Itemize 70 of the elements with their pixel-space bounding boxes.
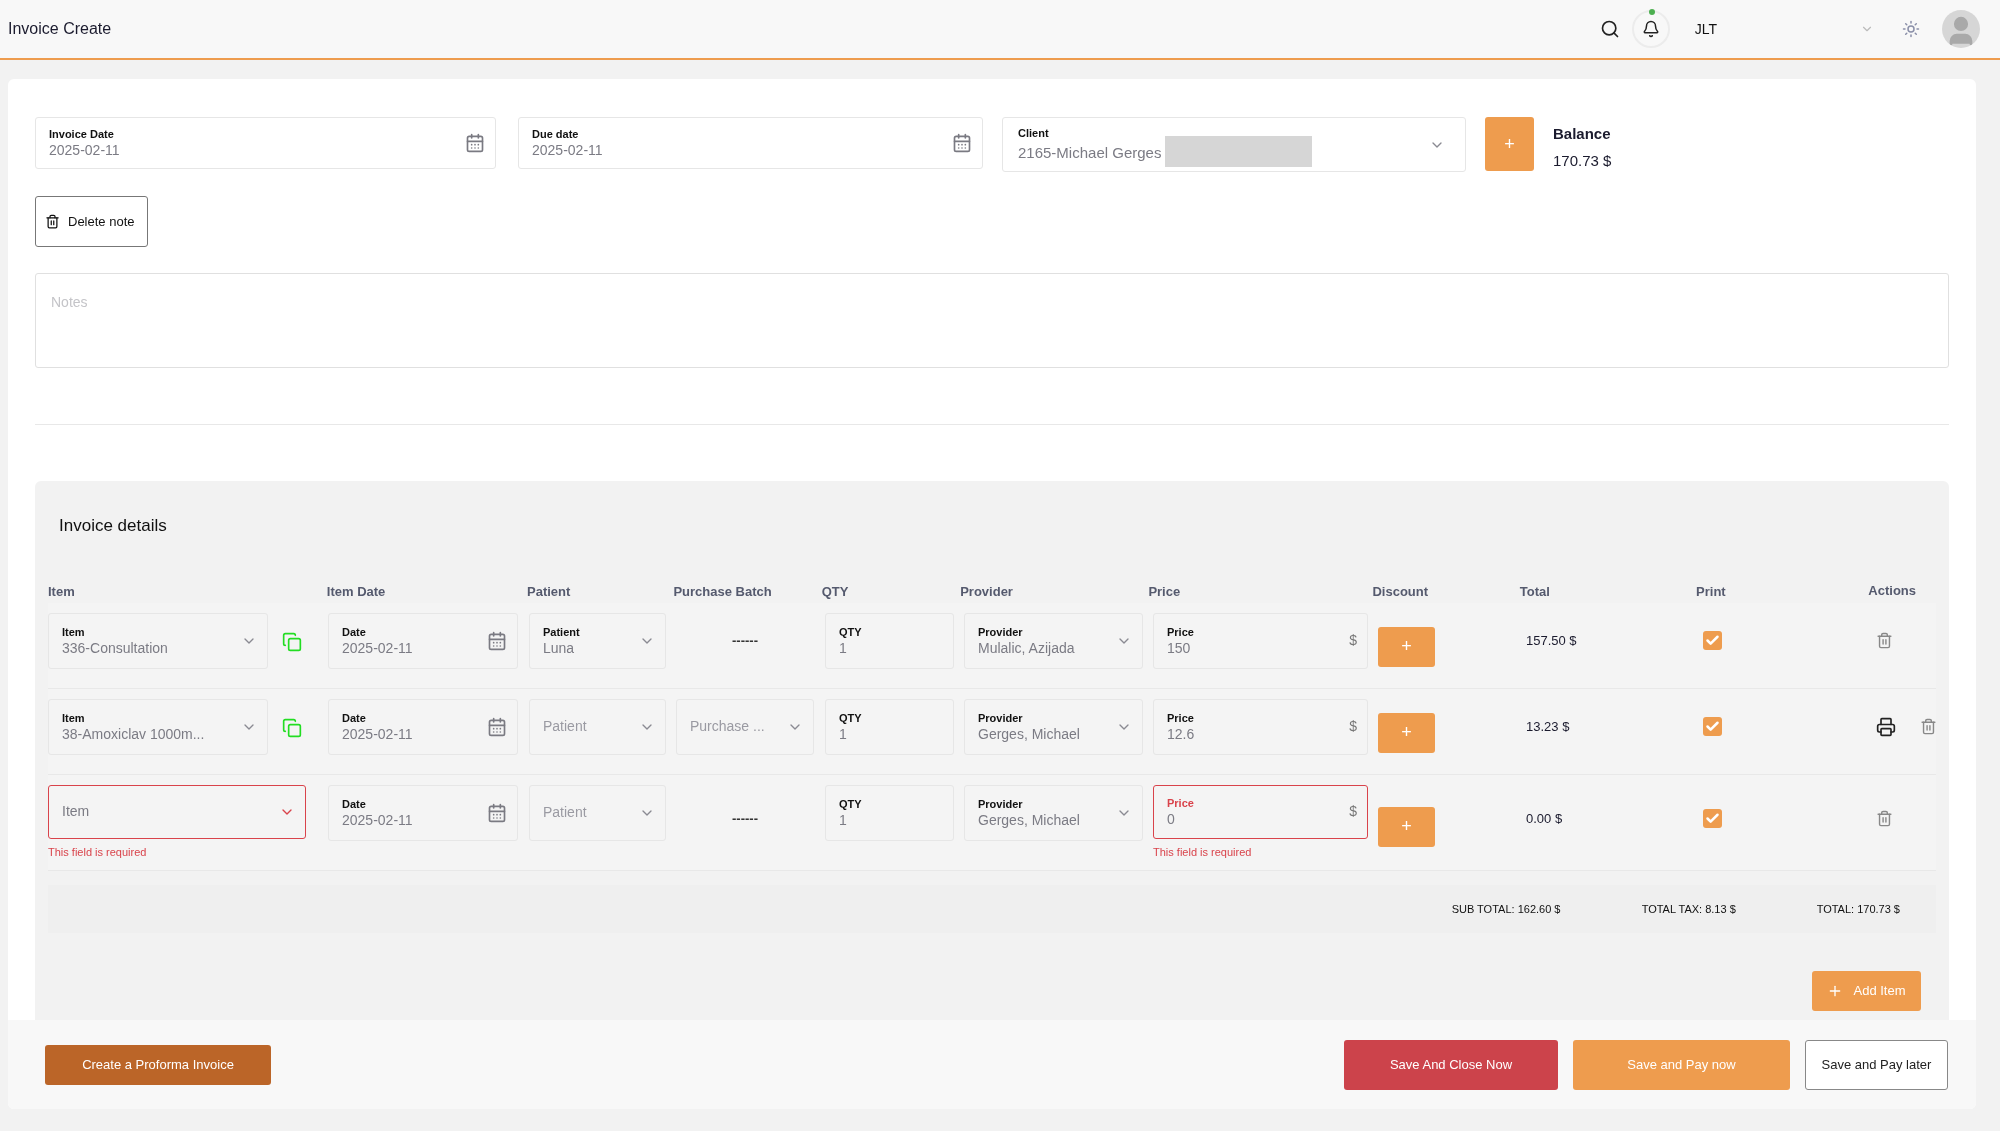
provider-select[interactable]: Provider Gerges, Michael bbox=[964, 698, 1143, 755]
total-summary: TOTAL TAX: 8.13 $ bbox=[1641, 901, 1737, 917]
total-summary: SUB TOTAL: 162.60 $ bbox=[1451, 901, 1562, 917]
empty-batch: ------ bbox=[732, 809, 758, 828]
search-icon[interactable] bbox=[1599, 19, 1620, 39]
delete-note-button[interactable]: Delete note bbox=[35, 196, 148, 247]
proforma-button[interactable]: Create a Proforma Invoice bbox=[45, 1044, 271, 1085]
qty-field[interactable]: QTY 1 bbox=[825, 698, 954, 755]
item-select[interactable]: Item 336-Consultation bbox=[48, 612, 268, 669]
delete-icon[interactable] bbox=[1920, 718, 1937, 735]
item-select[interactable]: Item bbox=[48, 784, 306, 839]
delete-icon[interactable] bbox=[1876, 810, 1893, 827]
row-total: 157.50 $ bbox=[1526, 631, 1577, 650]
balance-value: 170.73 $ bbox=[1553, 150, 1612, 171]
calendar-icon bbox=[487, 802, 507, 823]
column-header: Actions bbox=[1868, 581, 1916, 600]
qty-field[interactable]: QTY 1 bbox=[825, 612, 954, 669]
calendar-icon bbox=[465, 133, 485, 153]
empty-batch: ------ bbox=[732, 631, 758, 650]
bell-icon bbox=[1641, 20, 1660, 38]
column-header: Item bbox=[48, 583, 75, 599]
error-message: This field is required bbox=[48, 844, 148, 860]
client-select[interactable]: Client 2165-Michael Gerges bbox=[1002, 117, 1466, 172]
price-field[interactable]: Price 0 $ bbox=[1153, 784, 1368, 839]
date-field[interactable]: Date 2025-02-11 bbox=[328, 612, 518, 669]
notes-field[interactable]: Notes bbox=[35, 273, 1949, 368]
column-header: QTY bbox=[821, 583, 849, 599]
column-header: Provider bbox=[960, 583, 1013, 599]
date-field[interactable]: Date 2025-02-11 bbox=[328, 698, 518, 755]
total-summary: TOTAL: 170.73 $ bbox=[1816, 901, 1900, 917]
calendar-icon bbox=[487, 630, 507, 651]
printer-icon[interactable] bbox=[1876, 716, 1896, 737]
error-message: This field is required bbox=[1153, 844, 1253, 860]
due-date-field[interactable]: Due date 2025-02-11 bbox=[518, 117, 983, 169]
avatar[interactable] bbox=[1942, 10, 1980, 48]
price-field[interactable]: Price 12.6 $ bbox=[1153, 698, 1368, 755]
balance-label: Balance bbox=[1553, 124, 1612, 144]
date-field[interactable]: Date 2025-02-11 bbox=[328, 784, 518, 841]
calendar-icon bbox=[487, 716, 507, 737]
column-header: Item Date bbox=[326, 583, 386, 599]
delete-icon[interactable] bbox=[1876, 632, 1893, 649]
user-name: JLT bbox=[1694, 19, 1717, 39]
column-header: Total bbox=[1519, 583, 1550, 599]
patient-select[interactable]: Patient Luna bbox=[529, 612, 666, 669]
save-button[interactable]: Save And Close Now bbox=[1344, 1039, 1558, 1090]
row-total: 13.23 $ bbox=[1526, 717, 1570, 736]
trash-icon bbox=[45, 214, 60, 229]
print-checkbox[interactable] bbox=[1703, 631, 1722, 650]
calendar-icon bbox=[952, 133, 972, 153]
row-total: 0.00 $ bbox=[1526, 809, 1563, 828]
save-button[interactable]: Save and Pay later bbox=[1805, 1039, 1948, 1090]
section-title: Invoice details bbox=[58, 515, 168, 537]
column-header: Discount bbox=[1372, 583, 1429, 599]
print-checkbox[interactable] bbox=[1703, 717, 1722, 736]
sun-icon[interactable] bbox=[1902, 20, 1920, 38]
notification-button[interactable] bbox=[1631, 10, 1670, 48]
price-field[interactable]: Price 150 $ bbox=[1153, 612, 1368, 669]
page-title: Invoice Create bbox=[8, 19, 112, 39]
provider-select[interactable]: Provider Mulalic, Azijada bbox=[964, 612, 1143, 669]
copy-icon[interactable] bbox=[282, 717, 302, 738]
column-header: Purchase Batch bbox=[673, 583, 772, 599]
print-checkbox[interactable] bbox=[1703, 809, 1722, 828]
column-header: Patient bbox=[527, 583, 571, 599]
invoice-date-field[interactable]: Invoice Date 2025-02-11 bbox=[35, 117, 496, 169]
provider-select[interactable]: Provider Gerges, Michael bbox=[964, 784, 1143, 841]
qty-field[interactable]: QTY 1 bbox=[825, 784, 954, 841]
copy-icon[interactable] bbox=[282, 631, 302, 652]
column-header: Price bbox=[1148, 583, 1181, 599]
item-select[interactable]: Item 38-Amoxiclav 1000m... bbox=[48, 698, 268, 755]
column-header: Print bbox=[1696, 583, 1726, 599]
